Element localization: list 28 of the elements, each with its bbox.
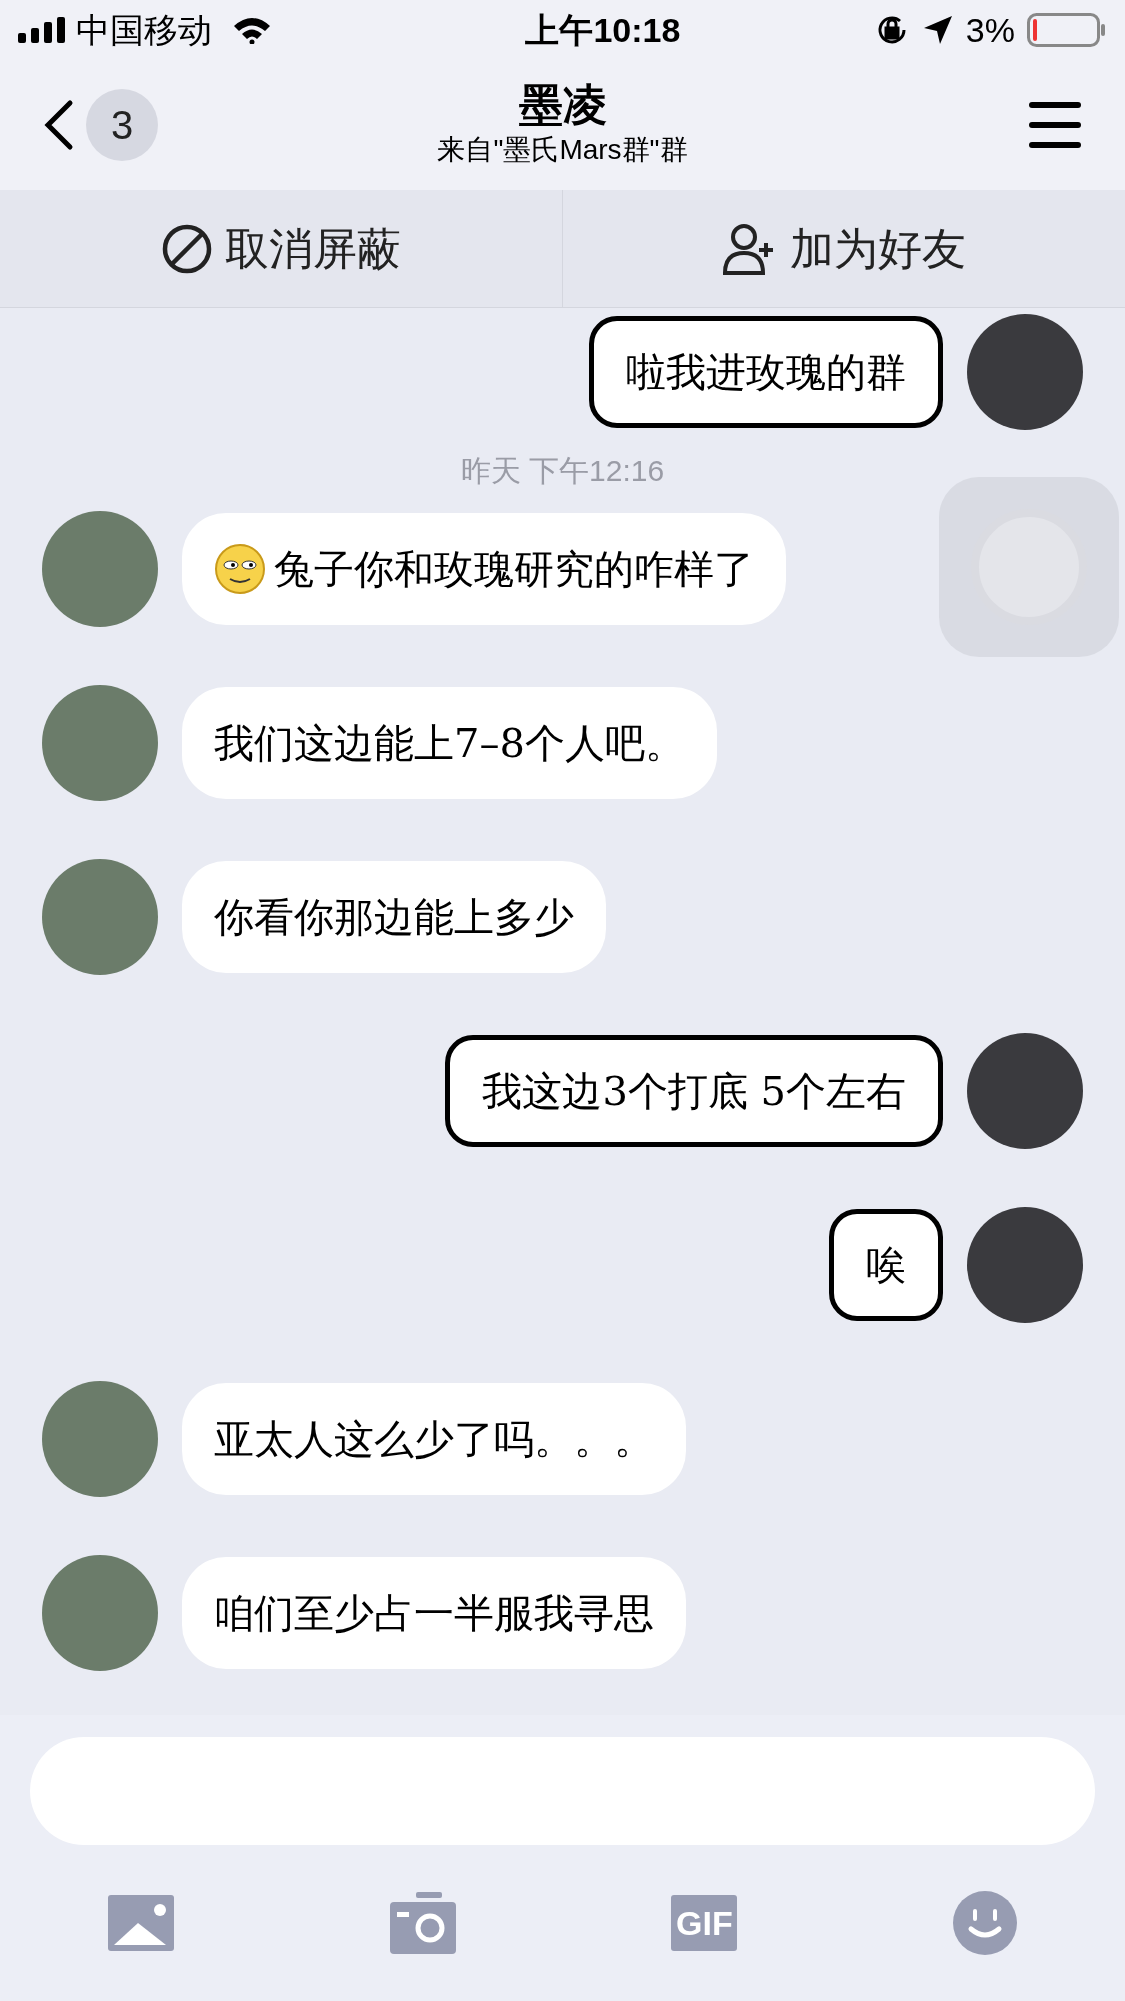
block-icon — [161, 222, 213, 275]
battery-percent: 3% — [965, 9, 1015, 51]
back-chevron-icon — [44, 99, 74, 151]
add-friend-button[interactable]: 加为好友 — [562, 190, 1125, 307]
message-bubble: 我这边3个打底 5个左右 — [445, 1035, 943, 1147]
message-bubble: 唉 — [829, 1209, 943, 1321]
message-bubble: 啦我进玫瑰的群 — [589, 316, 943, 428]
unblock-button[interactable]: 取消屏蔽 — [0, 190, 562, 307]
signal-icon — [18, 17, 68, 43]
battery-icon — [1027, 13, 1107, 47]
back-button[interactable]: 3 — [44, 89, 158, 161]
menu-icon[interactable] — [1029, 102, 1081, 148]
chat-title: 墨凌 — [518, 79, 607, 131]
unread-count-badge: 3 — [86, 89, 158, 161]
message-bubble: 咱们至少占一半服我寻思 — [182, 1557, 686, 1669]
message-bubble: 你看你那边能上多少 — [182, 861, 606, 973]
message-bubble: 我们这边能上7–8个人吧。 — [182, 687, 717, 799]
message-bubble: 兔子你和玫瑰研究的咋样了 — [182, 513, 786, 625]
message-bubble: 亚太人这么少了吗。。。 — [182, 1383, 686, 1495]
image-icon[interactable] — [107, 1895, 174, 1951]
chat-subtitle: 来自"墨氏Mars群"群 — [437, 133, 688, 167]
message-timestamp: 昨天 下午12:16 — [460, 453, 665, 489]
smiley-icon[interactable] — [953, 1891, 1018, 1955]
wifi-icon — [232, 16, 272, 44]
carrier-name: 中国移动 — [76, 9, 212, 51]
smiley-emoji-icon — [214, 543, 266, 595]
status-time: 上午10:18 — [525, 9, 681, 51]
camera-icon[interactable] — [389, 1892, 456, 1954]
